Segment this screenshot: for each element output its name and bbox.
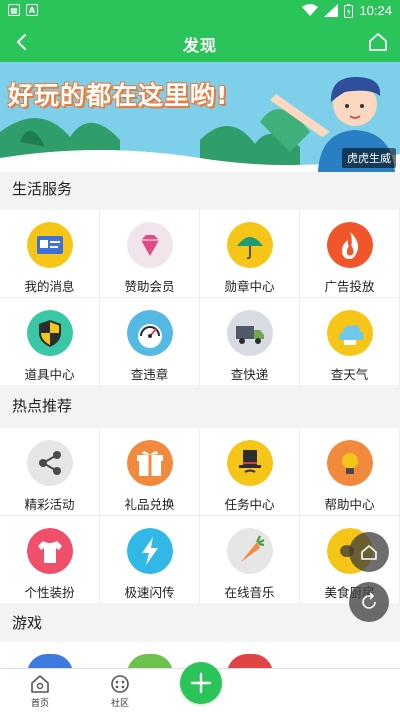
grid-item-label: 任务中心 xyxy=(224,497,275,512)
grid-item-diamond[interactable]: 赞助会员 xyxy=(100,210,200,297)
hot-picks-grid: 精彩活动 礼品兑换 任务中心 帮助中心 个性装扮 极速闪传 在线音乐 美食厨房 xyxy=(0,428,400,603)
section-title-games: 游戏 xyxy=(0,606,400,640)
grid-item-truck[interactable]: 查快递 xyxy=(200,298,300,385)
lightbulb-icon xyxy=(327,440,373,486)
home-icon xyxy=(361,545,377,560)
truck-icon xyxy=(227,310,273,356)
status-bar: ▦ A 10:24 xyxy=(0,0,400,24)
grid-item-flame[interactable]: 广告投放 xyxy=(300,210,400,297)
home-icon[interactable] xyxy=(366,30,390,54)
grid-item-cloud[interactable]: 查天气 xyxy=(300,298,400,385)
gallery-notification-icon: ▦ xyxy=(8,4,20,16)
float-home-button[interactable] xyxy=(349,532,389,572)
nav-home-label: 首页 xyxy=(30,699,49,709)
promo-banner[interactable]: 好玩的都在这里哟! 虎虎生威 xyxy=(0,62,400,172)
grid-item-label: 查快递 xyxy=(230,367,269,382)
speedometer-icon xyxy=(127,310,173,356)
grid-item-umbrella[interactable]: 勋章中心 xyxy=(200,210,300,297)
home-icon xyxy=(31,675,49,693)
grid-item-label: 勋章中心 xyxy=(224,279,275,294)
grid-item-carrot[interactable]: 在线音乐 xyxy=(200,516,300,603)
grid-item-speedometer[interactable]: 查违章 xyxy=(100,298,200,385)
grid-item-label: 查天气 xyxy=(330,367,369,382)
app-bar: 发现 xyxy=(0,24,400,62)
grid-item-label: 赞助会员 xyxy=(124,279,175,294)
grid-item-label: 我的消息 xyxy=(24,279,75,294)
refresh-icon xyxy=(362,592,376,609)
diamond-icon xyxy=(127,222,173,268)
banner-headline: 好玩的都在这里哟! xyxy=(8,81,229,110)
grid-item-label: 礼品兑换 xyxy=(124,497,175,512)
float-refresh-button[interactable] xyxy=(349,582,389,622)
battery-icon xyxy=(344,3,354,18)
grid-item-label: 精彩活动 xyxy=(24,497,75,512)
section-title-life-services: 生活服务 xyxy=(0,172,400,206)
shield-icon xyxy=(27,310,73,356)
grid-item-gift[interactable]: 礼品兑换 xyxy=(100,428,200,515)
grid-item-lightbulb[interactable]: 帮助中心 xyxy=(300,428,400,515)
lightning-icon xyxy=(127,528,173,574)
id-card-icon xyxy=(27,222,73,268)
top-hat-icon xyxy=(227,440,273,486)
nav-community[interactable]: 社区 xyxy=(95,673,145,709)
add-button[interactable] xyxy=(180,662,222,704)
game-2-icon[interactable] xyxy=(127,654,173,668)
community-icon xyxy=(111,675,129,693)
plus-icon xyxy=(190,672,212,694)
grid-item-label: 在线音乐 xyxy=(224,585,275,600)
page-title: 发现 xyxy=(182,36,217,55)
flame-icon xyxy=(327,222,373,268)
game-1-icon[interactable] xyxy=(27,654,73,668)
app-notification-icon: A xyxy=(26,4,38,16)
cloud-icon xyxy=(327,310,373,356)
grid-item-tshirt[interactable]: 个性装扮 xyxy=(0,516,100,603)
signal-icon xyxy=(324,4,339,17)
grid-item-lightning[interactable]: 极速闪传 xyxy=(100,516,200,603)
grid-item-label: 帮助中心 xyxy=(324,497,375,512)
carrot-icon xyxy=(227,528,273,574)
gift-icon xyxy=(127,440,173,486)
share-icon xyxy=(27,440,73,486)
banner-badge: 虎虎生威 xyxy=(342,148,396,168)
nav-home[interactable]: 首页 xyxy=(15,673,65,709)
section-title-hot-picks: 热点推荐 xyxy=(0,389,400,423)
grid-item-shield[interactable]: 道具中心 xyxy=(0,298,100,385)
grid-item-top-hat[interactable]: 任务中心 xyxy=(200,428,300,515)
grid-item-share[interactable]: 精彩活动 xyxy=(0,428,100,515)
grid-item-label: 查违章 xyxy=(130,367,169,382)
grid-item-id-card[interactable]: 我的消息 xyxy=(0,210,100,297)
grid-item-label: 极速闪传 xyxy=(124,585,175,600)
life-services-grid: 我的消息 赞助会员 勋章中心 广告投放道具中心 查违章 查快递 查天气 xyxy=(0,210,400,385)
grid-item-label: 道具中心 xyxy=(24,367,75,382)
tshirt-icon xyxy=(27,528,73,574)
game-3-icon[interactable] xyxy=(227,654,273,668)
wifi-icon xyxy=(302,4,319,16)
clock: 10:24 xyxy=(359,3,392,18)
umbrella-icon xyxy=(227,222,273,268)
nav-community-label: 社区 xyxy=(110,699,129,709)
grid-item-label: 广告投放 xyxy=(324,279,375,294)
grid-item-label: 个性装扮 xyxy=(24,585,75,600)
